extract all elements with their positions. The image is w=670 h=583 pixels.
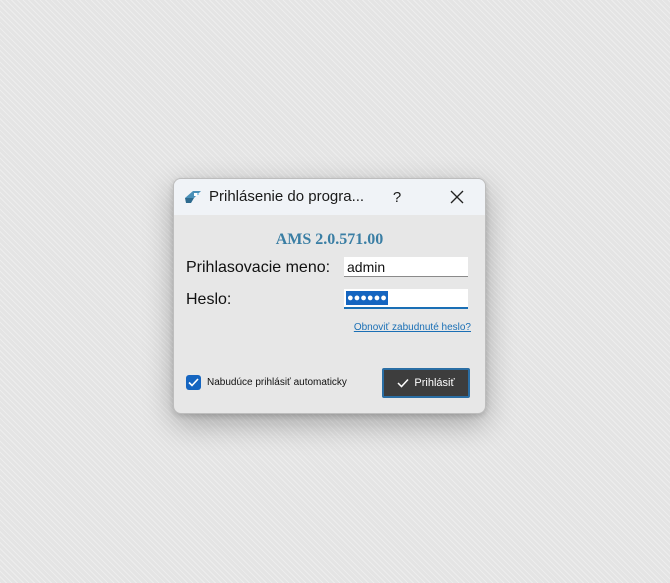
forgot-password-link[interactable]: Obnoviť zabudnuté heslo? xyxy=(354,322,471,333)
checkmark-icon xyxy=(188,378,199,387)
version-label: AMS 2.0.571.00 xyxy=(275,231,384,248)
password-mask: ●●●●●● xyxy=(346,291,388,305)
check-icon xyxy=(397,378,409,388)
password-input[interactable]: ●●●●●● xyxy=(344,289,468,309)
login-dialog: Prihlásenie do progra... ? AMS 2.0.571.0… xyxy=(173,178,486,414)
auto-login-option[interactable]: Nabudúce prihlásiť automaticky xyxy=(186,375,347,390)
app-icon xyxy=(184,189,202,205)
auto-login-checkbox[interactable] xyxy=(186,375,201,390)
login-button[interactable]: Prihlásiť xyxy=(382,368,470,398)
close-icon xyxy=(450,190,464,204)
username-input[interactable] xyxy=(344,257,468,277)
window-title: Prihlásenie do progra... xyxy=(209,188,365,205)
help-button[interactable]: ? xyxy=(382,179,412,215)
username-label: Prihlasovacie meno: xyxy=(186,259,331,276)
password-label: Heslo: xyxy=(186,291,232,308)
title-bar[interactable]: Prihlásenie do progra... ? xyxy=(174,179,485,215)
login-button-label: Prihlásiť xyxy=(414,377,455,389)
close-button[interactable] xyxy=(438,179,476,215)
auto-login-label: Nabudúce prihlásiť automaticky xyxy=(207,377,347,388)
